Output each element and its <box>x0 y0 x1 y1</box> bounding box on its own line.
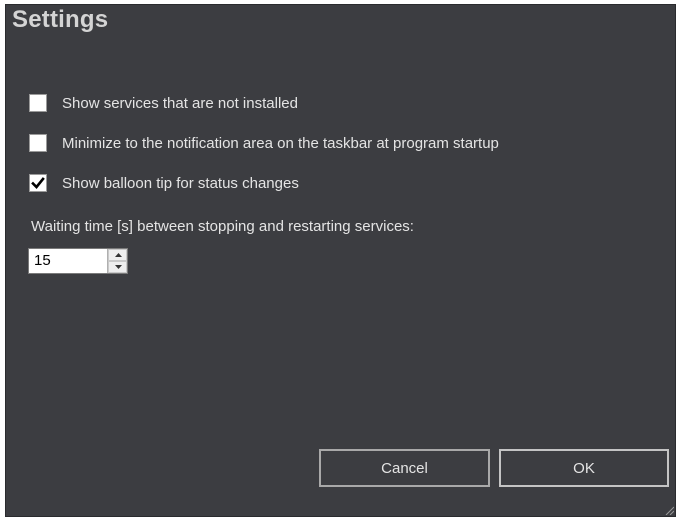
option-minimize-to-tray[interactable]: Minimize to the notification area on the… <box>29 132 499 154</box>
waiting-time-label: Waiting time [s] between stopping and re… <box>31 218 414 235</box>
option-show-uninstalled-services[interactable]: Show services that are not installed <box>29 92 298 114</box>
arrow-up-icon <box>115 253 122 257</box>
balloon-tip-checkbox[interactable] <box>29 174 47 192</box>
increment-button[interactable] <box>108 249 127 261</box>
waiting-time-value[interactable]: 15 <box>29 249 107 273</box>
checkmark-icon <box>31 177 45 189</box>
minimize-to-tray-label: Minimize to the notification area on the… <box>62 134 499 152</box>
cancel-button[interactable]: Cancel <box>319 449 490 487</box>
stepper-buttons <box>107 249 127 273</box>
option-balloon-tip[interactable]: Show balloon tip for status changes <box>29 172 299 194</box>
show-uninstalled-label: Show services that are not installed <box>62 94 298 112</box>
ok-button[interactable]: OK <box>499 449 669 487</box>
resize-grip-icon[interactable] <box>664 505 674 515</box>
waiting-time-stepper[interactable]: 15 <box>28 248 128 274</box>
settings-window: Settings Show services that are not inst… <box>5 4 676 517</box>
show-uninstalled-checkbox[interactable] <box>29 94 47 112</box>
window-title: Settings <box>12 6 109 33</box>
balloon-tip-label: Show balloon tip for status changes <box>62 174 299 192</box>
minimize-to-tray-checkbox[interactable] <box>29 134 47 152</box>
decrement-button[interactable] <box>108 261 127 273</box>
arrow-down-icon <box>115 265 122 269</box>
